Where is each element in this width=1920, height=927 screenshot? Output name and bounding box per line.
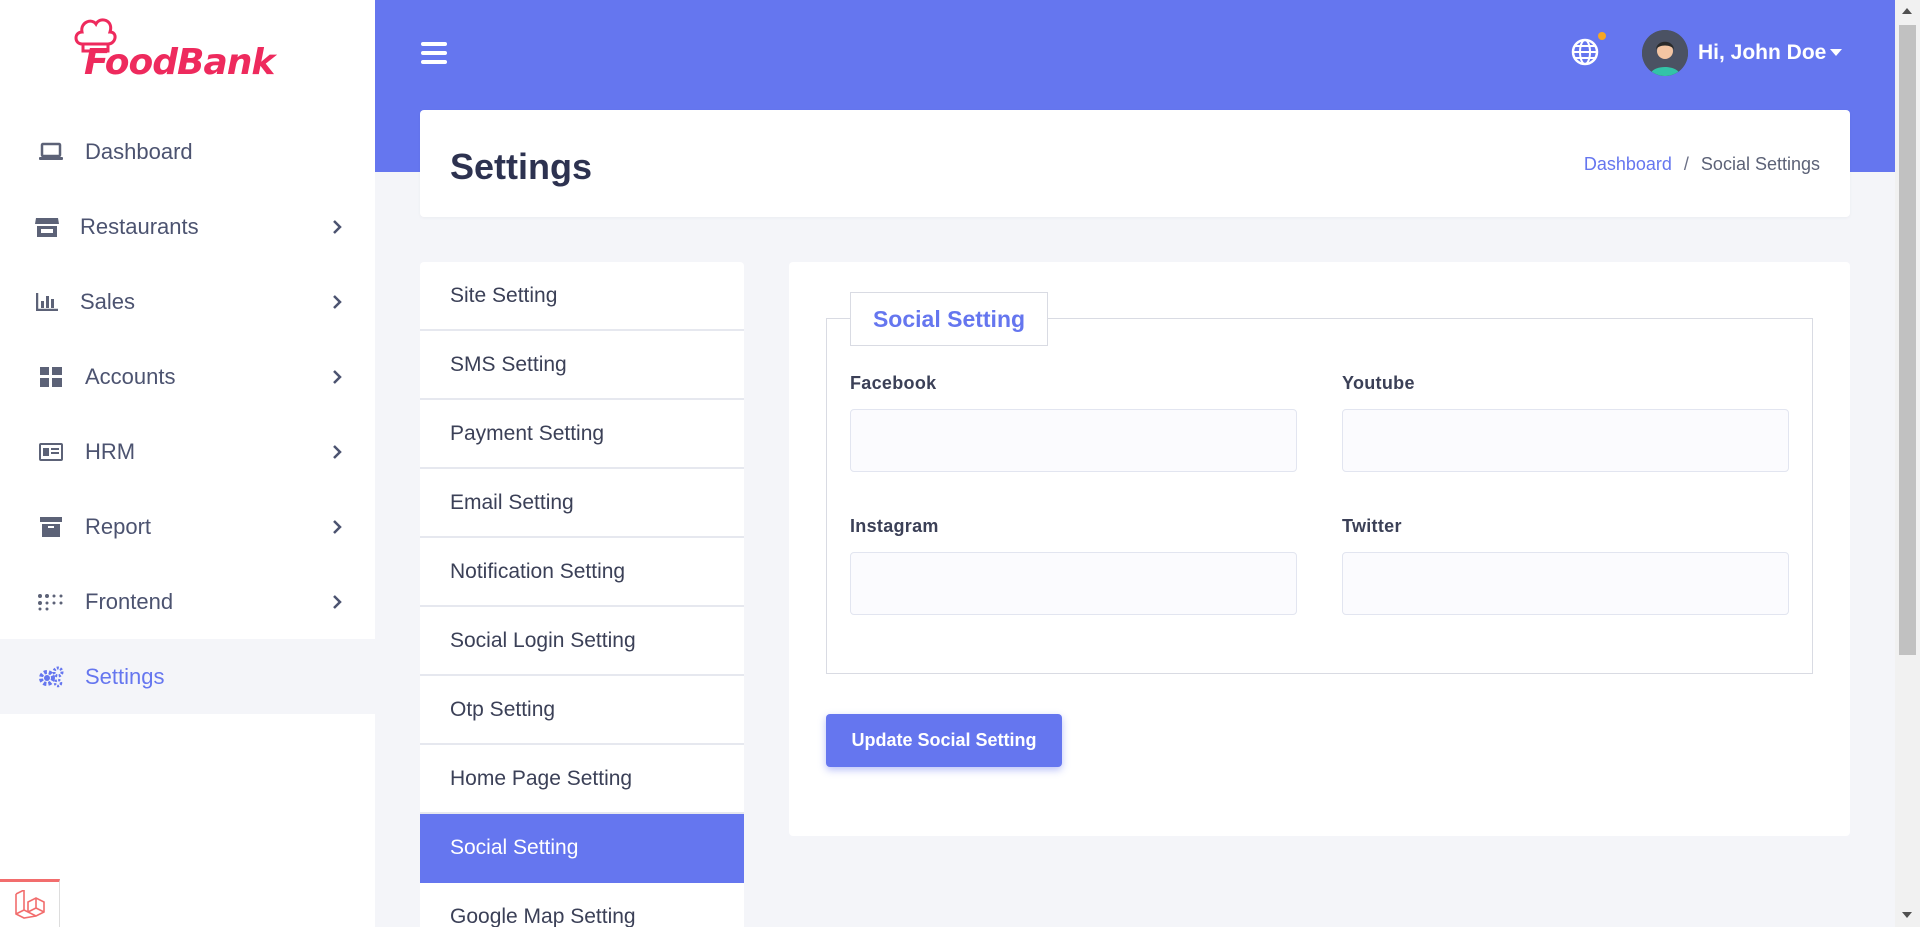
hamburger-icon[interactable] — [421, 42, 447, 64]
foodbank-logo[interactable]: FoodBank — [72, 14, 292, 84]
id-card-icon — [38, 440, 64, 464]
chevron-right-icon — [333, 369, 342, 384]
instagram-label: Instagram — [850, 516, 939, 536]
user-greeting[interactable]: Hi, John Doe — [1698, 41, 1826, 65]
bar-chart-icon — [34, 290, 60, 314]
sidebar-item-label: Frontend — [85, 588, 174, 614]
settings-menu: Site Setting SMS Setting Payment Setting… — [420, 262, 744, 927]
breadcrumb-current: Social Settings — [1700, 154, 1820, 174]
instagram-input[interactable] — [850, 552, 1297, 615]
sidebar-item-dashboard[interactable]: Dashboard — [0, 114, 375, 189]
youtube-input[interactable] — [1342, 409, 1789, 472]
chevron-right-icon — [333, 219, 342, 234]
chevron-right-icon — [333, 594, 342, 609]
fieldset-legend: Social Setting — [850, 292, 1048, 346]
twitter-input[interactable] — [1342, 552, 1789, 615]
settings-menu-item-active[interactable]: Social Setting — [420, 814, 744, 883]
sidebar-item-accounts[interactable]: Accounts — [0, 339, 375, 414]
settings-menu-item[interactable]: Google Map Setting — [420, 883, 744, 927]
social-setting-fieldset — [826, 318, 1813, 674]
scroll-down-arrow-icon[interactable] — [1902, 912, 1912, 918]
sidebar-item-frontend[interactable]: Frontend — [0, 564, 375, 639]
sidebar: FoodBank Dashboard Restaurants Sales Acc… — [0, 0, 375, 927]
settings-menu-item[interactable]: Site Setting — [420, 262, 744, 331]
settings-menu-item[interactable]: Payment Setting — [420, 400, 744, 469]
notification-dot — [1598, 32, 1606, 40]
settings-menu-item[interactable]: SMS Setting — [420, 331, 744, 400]
settings-menu-item[interactable]: Home Page Setting — [420, 745, 744, 814]
scroll-up-arrow-icon[interactable] — [1902, 8, 1912, 14]
chevron-right-icon — [333, 519, 342, 534]
caret-down-icon[interactable] — [1830, 49, 1842, 56]
laptop-icon — [38, 140, 64, 164]
settings-menu-item[interactable]: Otp Setting — [420, 676, 744, 745]
chevron-right-icon — [333, 444, 342, 459]
sidebar-item-restaurants[interactable]: Restaurants — [0, 189, 375, 264]
sidebar-item-label: Sales — [80, 288, 136, 314]
social-setting-card: Social Setting Facebook Youtube Instagra… — [789, 262, 1850, 836]
facebook-label: Facebook — [850, 373, 937, 393]
settings-menu-item[interactable]: Notification Setting — [420, 538, 744, 607]
dots-grid-icon — [38, 590, 64, 614]
archive-icon — [38, 515, 64, 539]
sidebar-item-label: HRM — [85, 438, 136, 464]
update-social-setting-button[interactable]: Update Social Setting — [826, 714, 1062, 767]
page-scrollbar[interactable] — [1895, 0, 1920, 927]
sidebar-item-hrm[interactable]: HRM — [0, 414, 375, 489]
logo-text: FoodBank — [84, 42, 275, 83]
sidebar-nav: Dashboard Restaurants Sales Accounts HRM… — [0, 114, 375, 714]
sidebar-item-label: Report — [85, 513, 152, 539]
avatar[interactable] — [1642, 30, 1688, 76]
youtube-label: Youtube — [1342, 373, 1415, 393]
globe-icon[interactable] — [1570, 37, 1600, 67]
page-title: Settings — [450, 146, 593, 187]
sidebar-item-label: Dashboard — [85, 138, 193, 164]
sidebar-item-label: Restaurants — [80, 213, 199, 239]
chevron-right-icon — [333, 294, 342, 309]
facebook-input[interactable] — [850, 409, 1297, 472]
scrollbar-thumb[interactable] — [1899, 25, 1916, 655]
page-header: Settings Dashboard / Social Settings — [420, 110, 1850, 217]
sidebar-item-settings[interactable]: Settings — [0, 639, 375, 714]
settings-menu-item[interactable]: Social Login Setting — [420, 607, 744, 676]
breadcrumb: Dashboard / Social Settings — [1584, 154, 1820, 175]
sidebar-item-sales[interactable]: Sales — [0, 264, 375, 339]
laravel-debugbar-toggle[interactable] — [0, 879, 60, 927]
gears-icon — [38, 665, 64, 689]
sidebar-item-label: Settings — [85, 663, 165, 689]
laravel-icon — [14, 889, 45, 919]
grid-icon — [38, 365, 64, 389]
sidebar-item-report[interactable]: Report — [0, 489, 375, 564]
twitter-label: Twitter — [1342, 516, 1402, 536]
sidebar-item-label: Accounts — [85, 363, 176, 389]
store-icon — [34, 215, 60, 239]
breadcrumb-link-dashboard[interactable]: Dashboard — [1584, 154, 1672, 175]
settings-menu-item[interactable]: Email Setting — [420, 469, 744, 538]
breadcrumb-separator: / — [1683, 154, 1689, 174]
